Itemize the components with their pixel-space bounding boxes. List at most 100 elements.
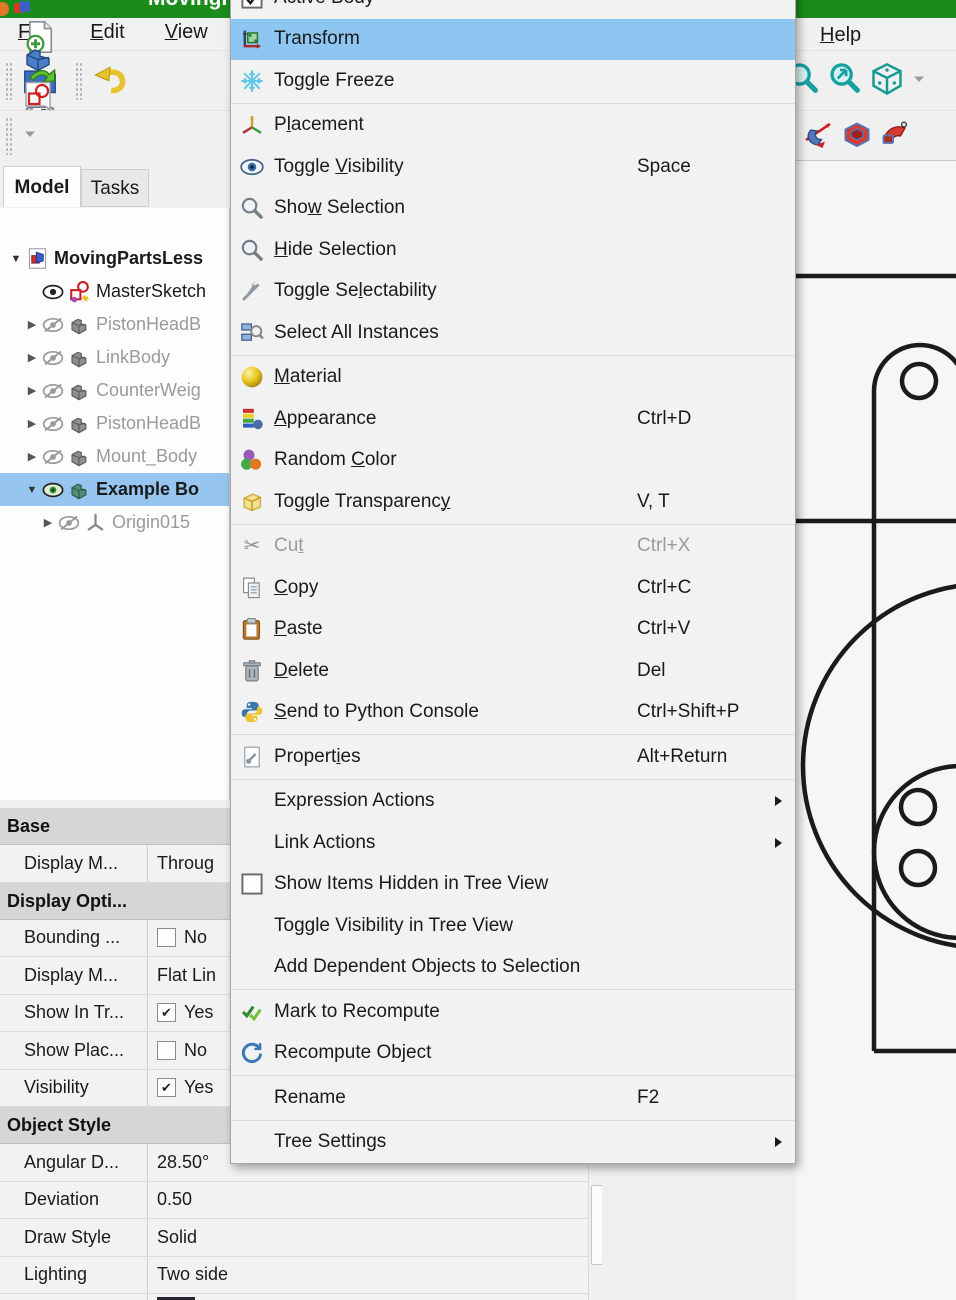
chevron-down-icon xyxy=(911,71,927,92)
material-sphere-icon xyxy=(239,364,265,390)
menubar-item-view[interactable]: View xyxy=(153,21,220,44)
tab-model[interactable]: Model xyxy=(3,166,81,207)
toolbar-handle[interactable] xyxy=(75,62,82,100)
toolbar-handle[interactable] xyxy=(5,62,12,100)
menu-item-hide-selection[interactable]: Hide Selection xyxy=(231,229,795,271)
undo-button[interactable] xyxy=(89,60,131,102)
menu-item-label: Recompute Object xyxy=(274,1042,432,1064)
tree-item-label: CounterWeig xyxy=(96,380,201,400)
sketch-icon xyxy=(66,280,92,303)
zoom-selection-button[interactable] xyxy=(824,60,866,102)
menu-item-toggle-selectability[interactable]: Toggle Selectability xyxy=(231,271,795,313)
menu-item-cut[interactable]: ✂ Cut Ctrl+X xyxy=(231,526,795,568)
checkbox-checked-icon[interactable]: ✔ xyxy=(157,1003,176,1023)
menubar-item-help[interactable]: Help xyxy=(814,24,867,47)
menu-item-paste[interactable]: Paste Ctrl+V xyxy=(231,609,795,651)
menubar-item-edit[interactable]: Edit xyxy=(78,21,136,44)
checkbox-empty-icon[interactable] xyxy=(157,928,176,948)
chevron-down-button[interactable] xyxy=(19,117,41,155)
menu-item-shortcut: Ctrl+C xyxy=(637,576,692,598)
blank-icon xyxy=(239,1129,265,1155)
menu-item-transform[interactable]: Transform xyxy=(231,18,795,60)
pocket-button[interactable] xyxy=(838,117,876,155)
tree-item-pistonheadb[interactable]: ▶ PistonHeadB xyxy=(0,407,229,440)
tab-tasks[interactable]: Tasks xyxy=(81,169,149,207)
checkbox-empty-icon[interactable] xyxy=(157,1040,176,1060)
tree-item-label: Mount_Body xyxy=(96,446,198,466)
eye-icon[interactable] xyxy=(40,283,66,301)
menu-item-tree-settings[interactable]: Tree Settings xyxy=(231,1122,795,1164)
menu-item-expression-actions[interactable]: Expression Actions xyxy=(231,781,795,823)
3d-viewport[interactable] xyxy=(796,160,956,1300)
menu-item-toggle-visibility-in-tree-view[interactable]: Toggle Visibility in Tree View xyxy=(231,905,795,947)
eye-off-icon[interactable] xyxy=(56,514,82,532)
menu-item-random-color[interactable]: Random Color xyxy=(231,440,795,482)
property-value[interactable]: Two side xyxy=(148,1257,602,1294)
menu-item-appearance[interactable]: Appearance Ctrl+D xyxy=(231,398,795,440)
menu-item-toggle-freeze[interactable]: Toggle Freeze xyxy=(231,60,795,102)
menu-item-add-dependent-objects-to-selection[interactable]: Add Dependent Objects to Selection xyxy=(231,947,795,989)
menu-item-label: Transform xyxy=(274,28,360,50)
expander-closed-icon[interactable]: ▶ xyxy=(24,351,40,364)
chevron-down-button[interactable] xyxy=(908,60,930,102)
eye-green-icon[interactable] xyxy=(40,481,66,499)
tree-item-counterweig[interactable]: ▶ CounterWeig xyxy=(0,374,229,407)
tree-item-mastersketch[interactable]: MasterSketch xyxy=(0,275,229,308)
eye-off-icon[interactable] xyxy=(40,415,66,433)
menu-item-label: Mark to Recompute xyxy=(274,1000,440,1022)
menu-item-active-body[interactable]: Active Body xyxy=(231,0,795,19)
create-body-button[interactable] xyxy=(19,41,57,79)
menu-item-delete[interactable]: Delete Del xyxy=(231,650,795,692)
eye-off-icon[interactable] xyxy=(40,316,66,334)
menu-item-select-all-instances[interactable]: Select All Instances xyxy=(231,312,795,354)
expander-closed-icon[interactable]: ▶ xyxy=(24,318,40,331)
revolution-button[interactable] xyxy=(800,117,838,155)
expander-open-icon[interactable]: ▼ xyxy=(24,484,40,496)
property-row: Draw Style Solid xyxy=(0,1219,602,1257)
expander-closed-icon[interactable]: ▶ xyxy=(24,417,40,430)
property-value-text: Yes xyxy=(184,1002,214,1023)
eye-off-icon[interactable] xyxy=(40,382,66,400)
checkbox-checked-icon[interactable]: ✔ xyxy=(157,1078,176,1098)
menu-item-recompute-object[interactable]: Recompute Object xyxy=(231,1033,795,1075)
tree-item-label: Example Bo xyxy=(96,479,200,499)
menu-item-send-to-python-console[interactable]: Send to Python Console Ctrl+Shift+P xyxy=(231,692,795,734)
expander-closed-icon[interactable]: ▶ xyxy=(24,384,40,397)
eye-off-icon[interactable] xyxy=(40,448,66,466)
menu-item-toggle-visibility[interactable]: Toggle Visibility Space xyxy=(231,146,795,188)
menu-item-properties[interactable]: Properties Alt+Return xyxy=(231,736,795,778)
menu-item-label: Toggle Selectability xyxy=(274,280,437,302)
menu-item-label: Toggle Freeze xyxy=(274,69,395,91)
menu-item-label: Rename xyxy=(274,1086,346,1108)
scrollbar-thumb[interactable] xyxy=(591,1185,602,1265)
tree-item-example-bo[interactable]: ▼ Example Bo xyxy=(0,473,229,506)
tree-item-mount-body[interactable]: ▶ Mount_Body xyxy=(0,440,229,473)
menu-item-material[interactable]: Material xyxy=(231,357,795,399)
menu-item-placement[interactable]: Placement xyxy=(231,105,795,147)
property-label: Display M... xyxy=(0,845,148,882)
menu-item-toggle-transparency[interactable]: Toggle Transparency V, T xyxy=(231,481,795,523)
expander-closed-icon[interactable]: ▶ xyxy=(24,450,40,463)
property-value[interactable]: 0.50 xyxy=(148,1182,602,1219)
menu-item-show-selection[interactable]: Show Selection xyxy=(231,188,795,230)
eye-off-icon[interactable] xyxy=(40,349,66,367)
menu-item-show-items-hidden-in-tree-view[interactable]: Show Items Hidden in Tree View xyxy=(231,864,795,906)
toolbar-group-view xyxy=(782,51,930,111)
tree-item-origin015[interactable]: ▶ Origin015 xyxy=(0,506,229,539)
property-value[interactable]: Solid xyxy=(148,1219,602,1256)
menu-item-copy[interactable]: Copy Ctrl+C xyxy=(231,567,795,609)
freecad-window: MovingPartsLess... FileEditViewHelp Mode… xyxy=(0,0,956,1300)
expander-closed-icon[interactable]: ▶ xyxy=(40,516,56,529)
tree-item-linkbody[interactable]: ▶ LinkBody xyxy=(0,341,229,374)
property-value[interactable] xyxy=(148,1294,602,1300)
menu-item-mark-to-recompute[interactable]: Mark to Recompute xyxy=(231,991,795,1033)
menu-item-rename[interactable]: Rename F2 xyxy=(231,1077,795,1119)
tree-item-movingpartsless[interactable]: ▼ MovingPartsLess xyxy=(0,242,229,275)
create-sketch-button[interactable] xyxy=(19,79,57,117)
menu-item-link-actions[interactable]: Link Actions xyxy=(231,822,795,864)
expander-open-icon[interactable]: ▼ xyxy=(8,253,24,265)
groove-button[interactable] xyxy=(876,117,914,155)
nav-cube-button[interactable] xyxy=(866,60,908,102)
tree-item-pistonheadb[interactable]: ▶ PistonHeadB xyxy=(0,308,229,341)
toolbar-handle[interactable] xyxy=(5,117,12,155)
